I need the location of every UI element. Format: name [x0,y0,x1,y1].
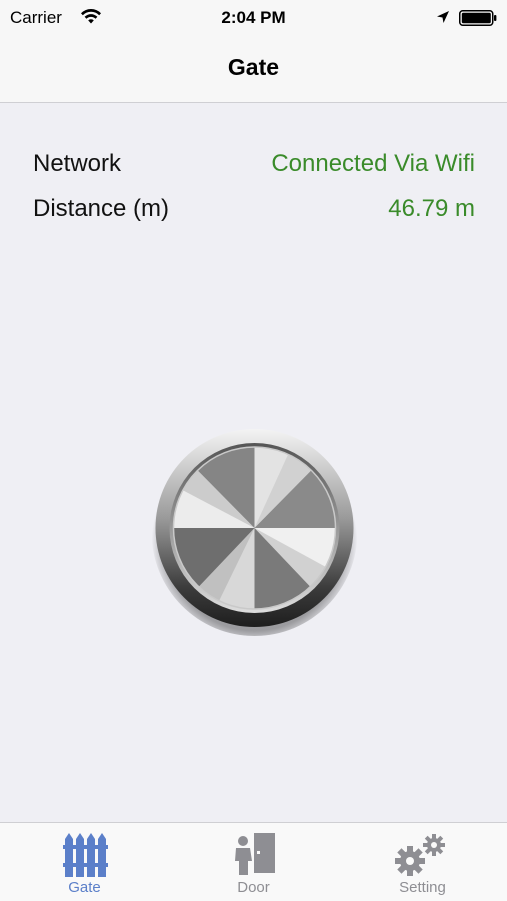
tab-bar: Gate Door Setting [0,822,507,901]
fence-icon [63,833,108,877]
navigation-bar: Gate [0,36,507,103]
person-door-icon [235,833,275,875]
distance-value: 46.79 m [388,195,475,222]
status-bar: Carrier 2:04 PM [0,0,507,36]
tab-gate[interactable]: Gate [0,823,169,901]
metal-button-icon [151,428,358,636]
network-label: Network [33,150,122,177]
tab-gate-label: Gate [68,879,101,896]
battery-icon [459,10,497,26]
page-title: Gate [227,54,280,80]
network-row: Network Connected Via Wifi [33,150,475,186]
tab-setting-label: Setting [399,879,446,896]
distance-row: Distance (m) 46.79 m [33,195,475,231]
distance-label: Distance (m) [33,195,170,222]
gears-icon [395,834,445,876]
tab-door[interactable]: Door [169,823,338,901]
tab-door-label: Door [237,879,270,896]
tab-setting[interactable]: Setting [338,823,507,901]
network-value: Connected Via Wifi [271,150,475,177]
gate-open-button[interactable] [151,424,358,636]
status-time: 2:04 PM [221,8,286,27]
location-arrow-icon [437,11,449,23]
